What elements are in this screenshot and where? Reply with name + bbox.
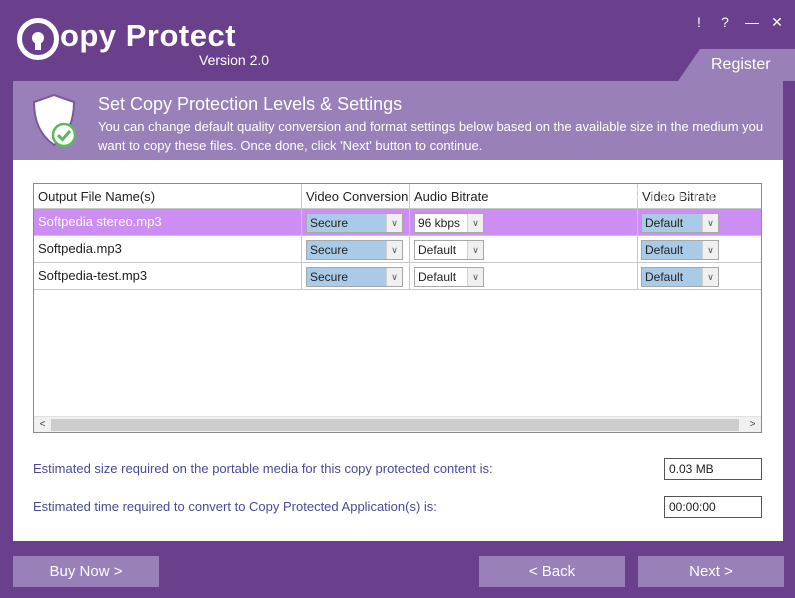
file-name-cell: Softpedia stereo.mp3 xyxy=(34,209,302,235)
header-band: Set Copy Protection Levels & Settings Yo… xyxy=(13,81,783,160)
table-row[interactable]: Softpedia.mp3 Secure ∨ Default ∨ Default… xyxy=(34,236,761,263)
audio-bitrate-select[interactable]: 96 kbps ∨ xyxy=(414,213,484,233)
estimated-time-field: 00:00:00 xyxy=(664,496,762,518)
scroll-left-button[interactable]: < xyxy=(34,417,51,432)
scroll-right-button[interactable]: > xyxy=(744,417,761,432)
minimize-button[interactable]: — xyxy=(745,14,759,31)
chevron-down-icon: ∨ xyxy=(702,241,718,259)
video-conversion-select[interactable]: Secure ∨ xyxy=(306,240,403,260)
video-bitrate-select[interactable]: Default ∨ xyxy=(641,213,719,233)
estimated-size-label: Estimated size required on the portable … xyxy=(33,461,493,476)
table-row[interactable]: Softpedia-test.mp3 Secure ∨ Default ∨ De… xyxy=(34,263,761,290)
video-conversion-value: Secure xyxy=(310,270,349,284)
column-header-audio-bitrate[interactable]: Audio Bitrate xyxy=(410,184,638,208)
register-label: Register xyxy=(711,56,771,73)
video-bitrate-select[interactable]: Default ∨ xyxy=(641,267,719,287)
main-panel: Output File Name(s) Video Conversion Aud… xyxy=(13,160,783,541)
column-header-video-bitrate[interactable]: Video Bitrate xyxy=(638,184,761,208)
chevron-down-icon: ∨ xyxy=(386,241,402,259)
audio-bitrate-value: 96 kbps xyxy=(418,216,461,230)
window-controls: ! ? — ✕ xyxy=(693,14,783,31)
chevron-down-icon: ∨ xyxy=(467,241,483,259)
app-title: opy Protect xyxy=(60,18,237,53)
estimated-time-label: Estimated time required to convert to Co… xyxy=(33,499,437,514)
column-header-file-name[interactable]: Output File Name(s) xyxy=(34,184,302,208)
scrollbar-thumb[interactable] xyxy=(51,419,739,431)
register-tab[interactable]: Register xyxy=(678,49,795,81)
video-bitrate-select[interactable]: Default ∨ xyxy=(641,240,719,260)
title-bar: opy Protect Version 2.0 ! ? — ✕ Register xyxy=(0,0,795,81)
chevron-down-icon: ∨ xyxy=(386,214,402,232)
help-button[interactable]: ? xyxy=(719,14,731,31)
horizontal-scrollbar[interactable]: < > xyxy=(34,416,761,432)
chevron-down-icon: ∨ xyxy=(702,268,718,286)
next-button[interactable]: Next > xyxy=(638,556,784,587)
video-conversion-value: Secure xyxy=(310,216,349,230)
chevron-down-icon: ∨ xyxy=(386,268,402,286)
audio-bitrate-value: Default xyxy=(418,243,457,257)
audio-bitrate-value: Default xyxy=(418,270,457,284)
video-conversion-value: Secure xyxy=(310,243,349,257)
chevron-down-icon: ∨ xyxy=(702,214,718,232)
file-name-cell: Softpedia-test.mp3 xyxy=(34,263,302,289)
audio-bitrate-select[interactable]: Default ∨ xyxy=(414,267,484,287)
column-header-video-conversion[interactable]: Video Conversion xyxy=(302,184,410,208)
files-grid: Output File Name(s) Video Conversion Aud… xyxy=(33,183,762,433)
video-bitrate-value: Default xyxy=(645,243,684,257)
header-title: Set Copy Protection Levels & Settings xyxy=(98,94,403,114)
chevron-down-icon: ∨ xyxy=(467,268,483,286)
header-description: You can change default quality conversio… xyxy=(98,119,764,153)
table-row[interactable]: Softpedia stereo.mp3 Secure ∨ 96 kbps ∨ … xyxy=(34,209,761,236)
video-conversion-select[interactable]: Secure ∨ xyxy=(306,267,403,287)
close-button[interactable]: ✕ xyxy=(771,14,783,31)
video-bitrate-value: Default xyxy=(645,270,684,284)
video-conversion-select[interactable]: Secure ∨ xyxy=(306,213,403,233)
app-version: Version 2.0 xyxy=(199,52,270,68)
video-bitrate-value: Default xyxy=(645,216,684,230)
back-button[interactable]: < Back xyxy=(479,556,625,587)
grid-header: Output File Name(s) Video Conversion Aud… xyxy=(34,184,761,209)
buy-now-button[interactable]: Buy Now > xyxy=(13,556,159,587)
shield-check-icon xyxy=(32,93,77,148)
chevron-down-icon: ∨ xyxy=(467,214,483,232)
lock-logo-icon xyxy=(17,18,59,60)
audio-bitrate-select[interactable]: Default ∨ xyxy=(414,240,484,260)
file-name-cell: Softpedia.mp3 xyxy=(34,236,302,262)
info-button[interactable]: ! xyxy=(693,14,705,31)
estimated-size-field: 0.03 MB xyxy=(664,458,762,480)
